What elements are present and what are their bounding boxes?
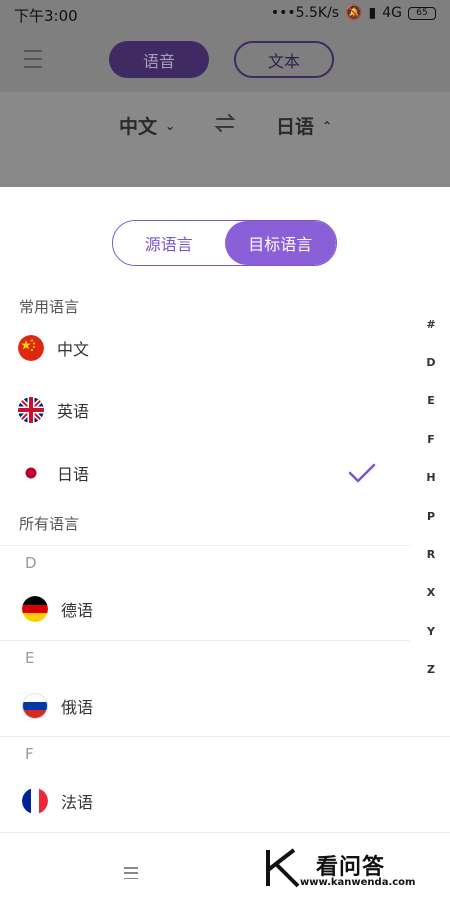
index-letter[interactable]: D (426, 343, 435, 381)
watermark-url: www.kanwenda.com (300, 877, 416, 888)
index-letter[interactable]: P (427, 497, 435, 535)
language-item-russian[interactable]: 俄语 (0, 678, 410, 734)
divider (0, 736, 450, 737)
network-speed: •••5.5K/s (270, 5, 340, 21)
letter-header-d: D (25, 554, 37, 572)
index-letter[interactable]: # (426, 305, 435, 343)
network-type: 4G (382, 5, 402, 21)
text-mode-button[interactable]: 文本 (234, 41, 334, 78)
system-nav-bar: 看问答 www.kanwenda.com (0, 845, 450, 900)
language-item-german[interactable]: 德语 (0, 581, 410, 637)
index-letter[interactable]: H (426, 459, 435, 497)
language-role-toggle: 源语言 目标语言 (112, 220, 337, 266)
watermark-k-icon (266, 848, 300, 888)
status-time: 下午3:00 (14, 7, 78, 25)
language-label: 法语 (61, 793, 94, 812)
china-flag-icon (18, 335, 44, 361)
tab-source-language[interactable]: 源语言 (113, 221, 225, 265)
index-letter[interactable]: F (427, 420, 435, 458)
chevron-up-icon: ⌃ (322, 118, 333, 133)
index-letter[interactable]: Y (427, 612, 435, 650)
tab-target-language[interactable]: 目标语言 (224, 221, 336, 265)
language-label: 俄语 (61, 698, 94, 717)
language-item-japanese[interactable]: 日语 (0, 445, 410, 501)
letter-header-f: F (25, 745, 34, 763)
check-icon (348, 463, 376, 483)
menu-icon[interactable] (24, 50, 42, 68)
divider (0, 640, 410, 641)
target-language-selector[interactable]: 日语 ⌃ (276, 112, 332, 139)
language-picker-sheet: 源语言 目标语言 常用语言 中文 英语 日语 所有语言 D 德语 E 俄语 F … (0, 187, 450, 900)
language-label: 德语 (61, 601, 94, 620)
germany-flag-icon (22, 596, 48, 622)
uk-flag-icon (18, 397, 44, 423)
status-indicators: •••5.5K/s 🔕 ▮ 4G 65 (271, 5, 436, 21)
recent-apps-icon[interactable] (124, 867, 138, 879)
language-label: 日语 (57, 465, 90, 484)
language-item-chinese[interactable]: 中文 (0, 320, 410, 376)
index-letter[interactable]: Z (427, 651, 435, 689)
source-language-label: 中文 (119, 116, 158, 138)
all-languages-title: 所有语言 (19, 515, 80, 533)
source-language-selector[interactable]: 中文 ⌄ (119, 112, 175, 139)
divider (0, 545, 410, 546)
mute-icon: 🔕 (345, 5, 363, 21)
index-letter[interactable]: X (427, 574, 435, 612)
language-label: 英语 (57, 402, 90, 421)
chevron-down-icon: ⌄ (165, 118, 176, 133)
voice-mode-button[interactable]: 语音 (109, 41, 209, 78)
index-letter[interactable]: R (427, 535, 435, 573)
app-header: 语音 文本 (0, 30, 450, 92)
index-letter[interactable]: E (427, 382, 435, 420)
common-languages-title: 常用语言 (19, 298, 80, 316)
japan-flag-icon (18, 460, 44, 486)
battery-icon: 65 (408, 6, 436, 20)
divider (0, 832, 450, 833)
status-bar: 下午3:00 •••5.5K/s 🔕 ▮ 4G 65 (0, 0, 450, 30)
russia-flag-icon (22, 693, 48, 719)
signal-icon: ▮ (368, 5, 377, 21)
language-item-french[interactable]: 法语 (0, 773, 410, 829)
watermark-logo: 看问答 www.kanwenda.com (262, 845, 450, 900)
alphabet-index[interactable]: # D E F H P R X Y Z (420, 305, 442, 689)
swap-languages-icon[interactable] (214, 112, 236, 134)
language-selector-bar: 中文 ⌄ 日语 ⌃ (0, 92, 450, 187)
language-item-english[interactable]: 英语 (0, 382, 410, 438)
target-language-label: 日语 (276, 116, 315, 138)
france-flag-icon (22, 788, 48, 814)
letter-header-e: E (25, 649, 35, 667)
language-label: 中文 (57, 340, 90, 359)
